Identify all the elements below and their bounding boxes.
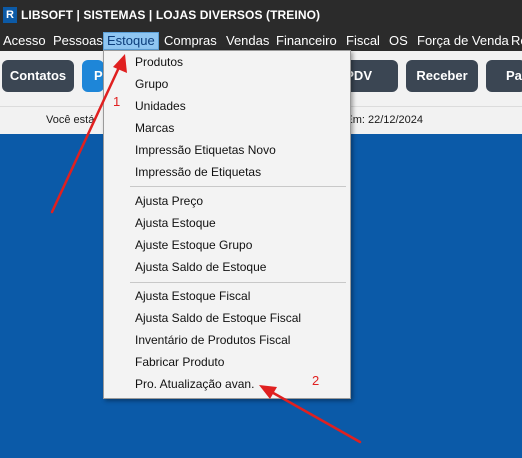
menu-item-marcas[interactable]: Marcas	[135, 121, 174, 135]
menu-compras[interactable]: Compras	[161, 32, 220, 50]
menu-item-ajuste-estoque-grupo[interactable]: Ajuste Estoque Grupo	[135, 238, 252, 252]
menu-separator	[130, 282, 346, 283]
menu-item-ajusta-preco[interactable]: Ajusta Preço	[135, 194, 203, 208]
menu-item-ajusta-estoque[interactable]: Ajusta Estoque	[135, 216, 216, 230]
estoque-dropdown-menu: Produtos Grupo Unidades Marcas Impressão…	[103, 50, 351, 399]
menu-item-impressao-de-etiquetas[interactable]: Impressão de Etiquetas	[135, 165, 261, 179]
menu-relatorios[interactable]: Re	[508, 32, 522, 50]
menu-separator	[130, 186, 346, 187]
window-title: LIBSOFT | SISTEMAS | LOJAS DIVERSOS (TRE…	[21, 8, 321, 22]
menu-pessoas[interactable]: Pessoas	[50, 32, 106, 50]
menu-financeiro[interactable]: Financeiro	[273, 32, 340, 50]
menu-item-produtos[interactable]: Produtos	[135, 55, 183, 69]
app-logo-icon: R	[3, 7, 17, 23]
menu-item-ajusta-saldo-de-estoque-fiscal[interactable]: Ajusta Saldo de Estoque Fiscal	[135, 311, 301, 325]
menu-os[interactable]: OS	[386, 32, 411, 50]
contatos-button[interactable]: Contatos	[2, 60, 74, 92]
menu-item-impressao-etiquetas-novo[interactable]: Impressão Etiquetas Novo	[135, 143, 276, 157]
produtos-button[interactable]: P	[82, 60, 104, 92]
menu-item-ajusta-estoque-fiscal[interactable]: Ajusta Estoque Fiscal	[135, 289, 250, 303]
menu-item-ajusta-saldo-de-estoque[interactable]: Ajusta Saldo de Estoque	[135, 260, 266, 274]
menu-fiscal[interactable]: Fiscal	[343, 32, 383, 50]
menu-item-inventario-de-produtos-fiscal[interactable]: Inventário de Produtos Fiscal	[135, 333, 290, 347]
menu-acesso[interactable]: Acesso	[0, 32, 49, 50]
menu-item-pro-atualizacao-avan[interactable]: Pro. Atualização avan.	[135, 377, 254, 391]
menu-forca-de-venda[interactable]: Força de Venda	[414, 32, 512, 50]
menu-vendas[interactable]: Vendas	[223, 32, 272, 50]
menu-estoque[interactable]: Estoque	[103, 32, 159, 50]
user-status-text: Você está	[46, 114, 95, 126]
menu-bar: Acesso Pessoas Estoque Compras Vendas Fi…	[0, 30, 522, 51]
menu-item-unidades[interactable]: Unidades	[135, 99, 186, 113]
annotation-label-2: 2	[312, 373, 320, 388]
title-bar: R LIBSOFT | SISTEMAS | LOJAS DIVERSOS (T…	[0, 0, 522, 30]
receber-button[interactable]: Receber	[406, 60, 478, 92]
menu-item-fabricar-produto[interactable]: Fabricar Produto	[135, 355, 224, 369]
annotation-label-1: 1	[113, 94, 121, 109]
pagar-button[interactable]: Pa	[486, 60, 522, 92]
menu-item-grupo[interactable]: Grupo	[135, 77, 168, 91]
